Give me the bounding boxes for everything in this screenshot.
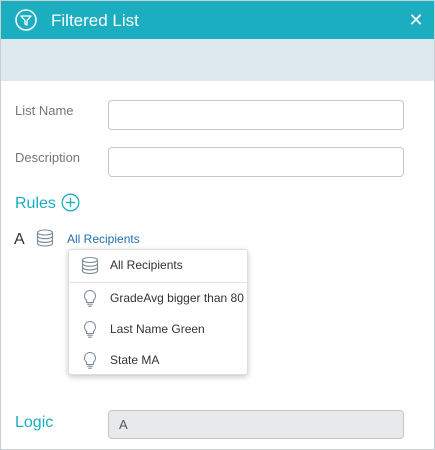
header-band: [1, 39, 434, 81]
description-label: Description: [15, 150, 81, 165]
dropdown-item-label: All Recipients: [110, 258, 183, 272]
rules-heading: Rules: [15, 195, 56, 212]
dropdown-item-label: State MA: [110, 353, 160, 367]
rule-source-dropdown: All Recipients GradeAvg bigger than 80 L…: [68, 249, 248, 375]
dropdown-item-label: GradeAvg bigger than 80: [110, 291, 244, 305]
dropdown-item-state-ma[interactable]: State MA: [69, 345, 247, 376]
logic-input[interactable]: [108, 410, 404, 439]
close-icon: ✕: [408, 10, 424, 30]
dropdown-item-gradeavg[interactable]: GradeAvg bigger than 80: [69, 283, 247, 314]
list-name-input[interactable]: [108, 100, 404, 130]
database-icon[interactable]: [36, 229, 54, 247]
dialog-titlebar: Filtered List ✕: [1, 1, 434, 39]
logic-label: Logic: [15, 414, 54, 431]
list-name-label: List Name: [15, 103, 74, 118]
rule-letter: A: [14, 231, 25, 248]
filtered-list-dialog: Filtered List ✕ List Name Description Ru…: [0, 0, 435, 450]
lightbulb-icon: [84, 351, 96, 369]
close-button[interactable]: ✕: [406, 10, 426, 30]
dropdown-item-last-name-green[interactable]: Last Name Green: [69, 314, 247, 345]
lightbulb-icon: [84, 289, 96, 307]
add-rule-icon[interactable]: [61, 193, 80, 212]
description-input[interactable]: [108, 147, 404, 177]
rule-source-link[interactable]: All Recipients: [67, 232, 140, 246]
lightbulb-icon: [84, 320, 96, 338]
dropdown-item-label: Last Name Green: [110, 322, 205, 336]
dialog-title: Filtered List: [51, 11, 139, 30]
dropdown-item-all-recipients[interactable]: All Recipients: [69, 250, 247, 281]
funnel-icon: [15, 9, 37, 31]
database-icon: [81, 256, 99, 275]
